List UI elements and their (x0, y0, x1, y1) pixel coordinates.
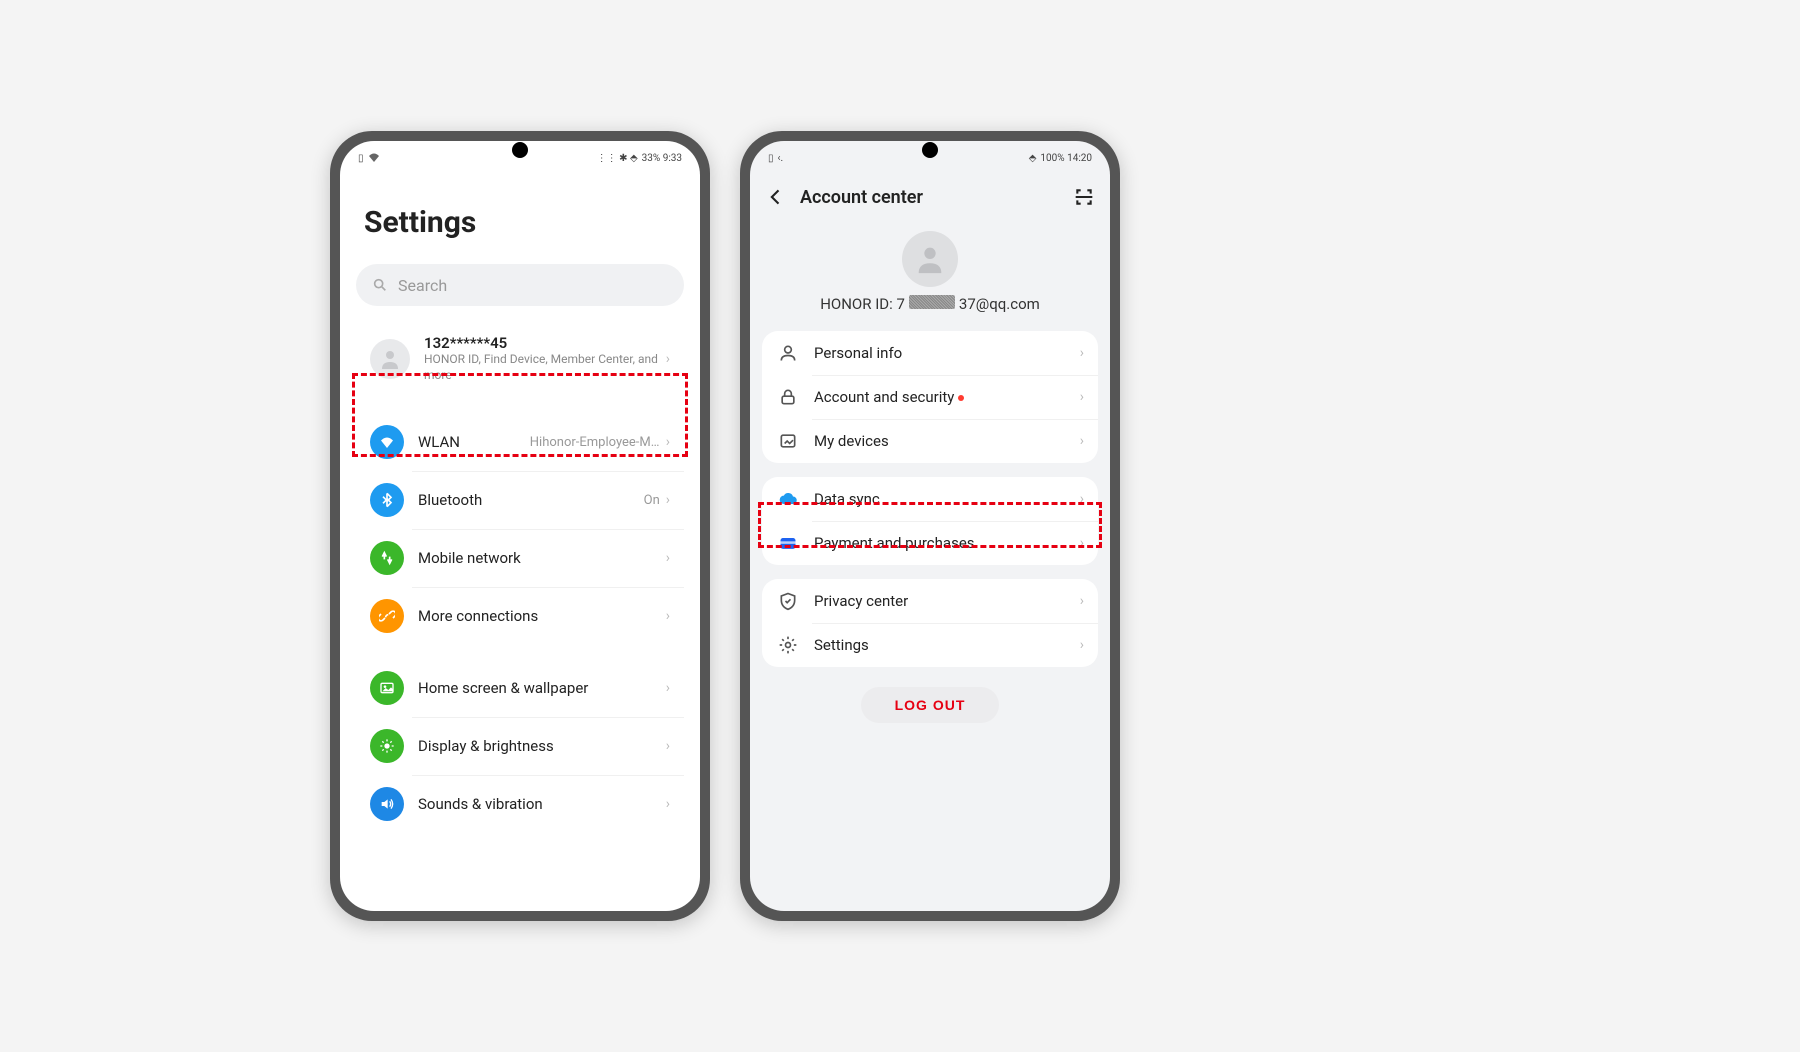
chevron-right-icon: › (1080, 535, 1084, 551)
display-brightness-row[interactable]: Display & brightness › (356, 717, 684, 775)
privacy-label: Privacy center (814, 592, 1080, 610)
account-security-row[interactable]: Account and security › (762, 375, 1098, 419)
settings-row[interactable]: Settings › (762, 623, 1098, 667)
bluetooth-value: On (644, 493, 660, 508)
lock-icon (776, 387, 800, 407)
account-section-1: Personal info › Account and security › (762, 331, 1098, 463)
chevron-right-icon: › (666, 492, 670, 508)
search-placeholder: Search (398, 276, 447, 295)
display-label: Display & brightness (418, 737, 666, 755)
bluetooth-label: Bluetooth (418, 491, 644, 509)
account-card: 132******45 HONOR ID, Find Device, Membe… (356, 318, 684, 399)
settings-label: Settings (814, 636, 1080, 654)
link-icon (370, 599, 404, 633)
avatar-icon (370, 339, 410, 379)
alert-dot-icon (958, 395, 964, 401)
account-sub: HONOR ID, Find Device, Member Center, an… (424, 352, 666, 383)
bluetooth-row[interactable]: Bluetooth On › (356, 471, 684, 529)
back-button[interactable] (766, 187, 786, 207)
chevron-right-icon: › (666, 680, 670, 696)
card-icon (776, 533, 800, 553)
chevron-right-icon: › (666, 434, 670, 450)
battery-icon: ▯ (768, 153, 774, 164)
screen-account: ▯ ‹. ⬘ 100% 14:20 Account center HONOR I… (750, 141, 1110, 911)
chevron-right-icon: › (666, 738, 670, 754)
scan-button[interactable] (1074, 187, 1094, 207)
chevron-right-icon: › (666, 796, 670, 812)
chevron-right-icon: › (666, 550, 670, 566)
avatar-large[interactable] (902, 231, 958, 287)
account-name: 132******45 (424, 334, 666, 352)
nfc-icon: ⬘ (1029, 153, 1037, 164)
logout-button[interactable]: LOG OUT (861, 687, 1000, 723)
battery-text: 33% 9:33 (642, 153, 682, 164)
display-group: Home screen & wallpaper › Display & brig… (356, 659, 684, 833)
sounds-label: Sounds & vibration (418, 795, 666, 813)
sounds-row[interactable]: Sounds & vibration › (356, 775, 684, 833)
cloud-icon (776, 489, 800, 509)
devices-label: My devices (814, 432, 1080, 450)
wifi-icon (368, 153, 380, 163)
battery-text: 100% 14:20 (1040, 153, 1092, 164)
wlan-label: WLAN (418, 433, 530, 451)
app-bar: Account center (750, 175, 1110, 219)
status-icons: ⋮⋮ ✱ ⬘ (597, 153, 638, 164)
account-section-2: Data sync › Payment and purchases › (762, 477, 1098, 565)
sun-icon (370, 729, 404, 763)
signal-icon: ‹. (778, 153, 784, 164)
datasync-label: Data sync (814, 490, 1080, 508)
chevron-right-icon: › (1080, 491, 1084, 507)
picture-icon (370, 671, 404, 705)
wlan-value: Hihonor-Employee-Mobile (530, 435, 660, 450)
account-section-3: Privacy center › Settings › (762, 579, 1098, 667)
chevron-right-icon: › (1080, 389, 1084, 405)
mobile-network-row[interactable]: Mobile network › (356, 529, 684, 587)
payment-label: Payment and purchases (814, 534, 1080, 552)
search-input[interactable]: Search (356, 264, 684, 306)
appbar-title: Account center (800, 187, 1060, 208)
wifi-icon (370, 425, 404, 459)
more-connections-row[interactable]: More connections › (356, 587, 684, 645)
devices-icon (776, 431, 800, 451)
home-wallpaper-row[interactable]: Home screen & wallpaper › (356, 659, 684, 717)
person-icon (776, 343, 800, 363)
privacy-center-row[interactable]: Privacy center › (762, 579, 1098, 623)
redacted-icon (909, 295, 955, 309)
my-devices-row[interactable]: My devices › (762, 419, 1098, 463)
chevron-right-icon: › (1080, 593, 1084, 609)
mobile-label: Mobile network (418, 549, 666, 567)
chevron-right-icon: › (1080, 637, 1084, 653)
phone-account-center: ▯ ‹. ⬘ 100% 14:20 Account center HONOR I… (740, 131, 1120, 921)
home-label: Home screen & wallpaper (418, 679, 666, 697)
battery-icon: ▯ (358, 153, 364, 164)
personal-label: Personal info (814, 344, 1080, 362)
more-label: More connections (418, 607, 666, 625)
honor-id-suffix: 37@qq.com (959, 295, 1040, 313)
honor-id-prefix: HONOR ID: 7 (820, 295, 905, 313)
shield-icon (776, 591, 800, 611)
sound-icon (370, 787, 404, 821)
payment-row[interactable]: Payment and purchases › (762, 521, 1098, 565)
phone-settings: ▯ ⋮⋮ ✱ ⬘ 33% 9:33 Settings Search (330, 131, 710, 921)
network-group: WLAN Hihonor-Employee-Mobile › Bluetooth… (356, 413, 684, 645)
camera-notch (512, 142, 528, 158)
account-row[interactable]: 132******45 HONOR ID, Find Device, Membe… (356, 318, 684, 399)
chevron-right-icon: › (1080, 345, 1084, 361)
bluetooth-icon (370, 483, 404, 517)
honor-id-text: HONOR ID: 7 37@qq.com (750, 295, 1110, 313)
page-title: Settings (364, 205, 684, 240)
personal-info-row[interactable]: Personal info › (762, 331, 1098, 375)
screen-settings: ▯ ⋮⋮ ✱ ⬘ 33% 9:33 Settings Search (340, 141, 700, 911)
wlan-row[interactable]: WLAN Hihonor-Employee-Mobile › (356, 413, 684, 471)
search-icon (372, 277, 388, 293)
camera-notch (922, 142, 938, 158)
security-label: Account and security (814, 388, 1080, 406)
mobile-network-icon (370, 541, 404, 575)
gear-icon (776, 635, 800, 655)
chevron-right-icon: › (666, 351, 670, 367)
chevron-right-icon: › (1080, 433, 1084, 449)
data-sync-row[interactable]: Data sync › (762, 477, 1098, 521)
chevron-right-icon: › (666, 608, 670, 624)
